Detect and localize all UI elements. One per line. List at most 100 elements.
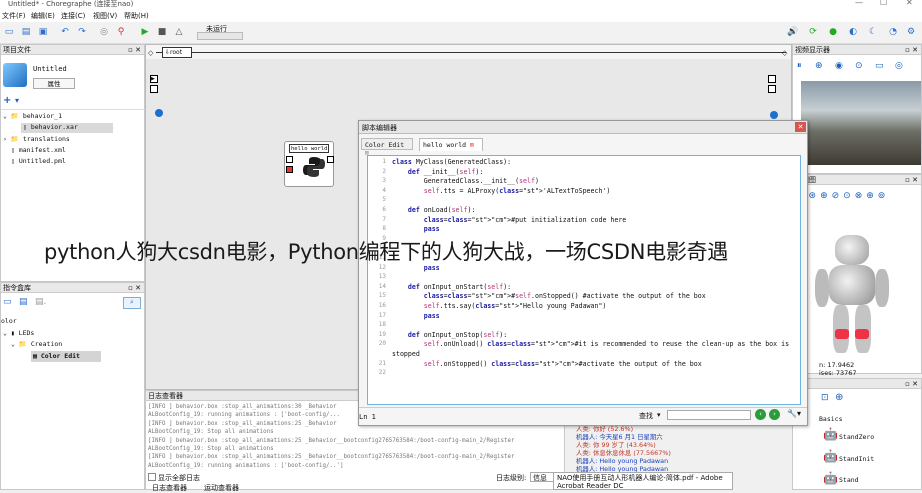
- library-search-icon[interactable]: ⌕: [123, 297, 141, 309]
- pose-standzero[interactable]: StandZero: [839, 433, 874, 441]
- line-number: 6: [382, 206, 386, 213]
- pose-library-panel: 库▫ ✕ ⊡ ⊕ Basics 🤖 StandZero 🤖 StandInit …: [792, 378, 922, 490]
- breadcrumb-line: [156, 52, 786, 53]
- pose-group[interactable]: Basics: [819, 415, 842, 423]
- taskbar-preview-popup[interactable]: NAO使用手册互动人形机器人编论-简体.pdf - Adobe Acrobat …: [553, 472, 733, 490]
- pause-icon[interactable]: ⏸: [797, 61, 802, 71]
- snapshot-icon[interactable]: ◉: [835, 61, 843, 71]
- fullscreen-icon[interactable]: ▭: [875, 61, 884, 71]
- add-file-icon[interactable]: +: [3, 95, 11, 106]
- stop-icon[interactable]: ■: [155, 25, 169, 39]
- on-start-port[interactable]: [155, 109, 163, 117]
- view-controls-icons[interactable]: ⊡⊛⊕⊘⊙⊗⊕⊚: [797, 191, 889, 201]
- library-item-leds[interactable]: ⌄ ▮ LEDs: [3, 329, 34, 337]
- tree-item-manifest[interactable]: ▯ manifest.xml: [11, 146, 66, 154]
- settings-icon[interactable]: ⚙: [904, 25, 918, 39]
- hello-world-box[interactable]: hello world: [284, 141, 334, 187]
- wake-icon[interactable]: ◐: [846, 25, 860, 39]
- search-dropdown-icon[interactable]: ▾: [657, 411, 661, 419]
- connect-icon[interactable]: ◎: [97, 25, 111, 39]
- menu-help[interactable]: 帮助(H): [124, 11, 149, 21]
- behavior-stop-port[interactable]: [150, 85, 158, 93]
- undo-icon[interactable]: ↶: [58, 25, 72, 39]
- library-item-color-edit[interactable]: ▦ Color Edit: [33, 352, 80, 360]
- video-panel: 视频显示器 ▫ ✕ ⏸ ⊕ ◉ ⊙ ▭ ◎: [792, 44, 922, 174]
- camera-icon[interactable]: ⊕: [815, 61, 823, 71]
- panel-close-icon[interactable]: ▫ ✕: [905, 379, 918, 389]
- box-stop-port[interactable]: [286, 166, 293, 173]
- record-icon[interactable]: ⊙: [855, 61, 863, 71]
- menu-edit[interactable]: 编辑(E): [31, 11, 55, 21]
- panel-close-icon[interactable]: ▫ ✕: [128, 45, 141, 55]
- editor-tools-icon[interactable]: 🔧▾: [787, 409, 801, 418]
- volume-icon[interactable]: 🔊: [786, 25, 800, 39]
- redo-icon[interactable]: ↷: [75, 25, 89, 39]
- tab-motion-viewer[interactable]: 运动查看器: [204, 483, 239, 493]
- open-icon[interactable]: ▤: [19, 25, 33, 39]
- overlay-headline: python人狗大csdn电影，Python编程下的人狗大战，一场CSDN电影奇…: [44, 240, 728, 264]
- tree-item-translations[interactable]: › 📁 translations: [3, 135, 70, 143]
- tab-log-viewer[interactable]: 日志查看器: [152, 483, 187, 493]
- panel-close-icon[interactable]: ▫ ✕: [128, 283, 141, 293]
- menu-bar: 文件(F) 编辑(E) 连接(C) 视图(V) 帮助(H): [0, 10, 922, 22]
- pose-standinit-icon: 🤖: [823, 449, 838, 463]
- on-stop-port[interactable]: [770, 111, 778, 119]
- search-prev-icon[interactable]: ‹: [755, 409, 766, 420]
- close-icon[interactable]: ✕: [906, 0, 913, 7]
- behavior-output-port[interactable]: [768, 75, 776, 83]
- panel-close-icon[interactable]: ▫ ✕: [905, 45, 918, 55]
- search-input[interactable]: [667, 410, 751, 420]
- animation-mode-icon[interactable]: ⟳: [806, 25, 820, 39]
- debug-icon[interactable]: △: [172, 25, 186, 39]
- log-line: [INFO ] behavior.box :stop_all_animation…: [148, 437, 515, 444]
- properties-button[interactable]: 属性: [33, 78, 75, 89]
- rest-icon[interactable]: ☾: [866, 25, 880, 39]
- minimize-icon[interactable]: —: [855, 0, 863, 7]
- line-number: 1: [382, 158, 386, 165]
- library-item-creation[interactable]: ⌄ 📁 Creation: [11, 340, 62, 348]
- library-filter-icon[interactable]: ▤.: [35, 297, 46, 307]
- tree-item-pml[interactable]: ▯ Untitled.pml: [11, 157, 66, 165]
- video-settings-icon[interactable]: ◎: [895, 61, 903, 71]
- behavior-output-port-2[interactable]: [768, 85, 776, 93]
- library-open-icon[interactable]: ▤: [19, 297, 28, 307]
- project-panel-header: 项目文件 ▫ ✕: [1, 45, 144, 55]
- behavior-input-port[interactable]: ▶: [150, 75, 158, 83]
- script-editor-close-button[interactable]: ✕: [795, 122, 806, 132]
- breadcrumb-root[interactable]: ⇩root: [162, 47, 192, 58]
- maximize-icon[interactable]: ☐: [880, 0, 887, 7]
- play-icon[interactable]: ▶: [138, 25, 152, 39]
- menu-file[interactable]: 文件(F): [2, 11, 26, 21]
- robot-state-icon[interactable]: ●: [826, 25, 840, 39]
- new-icon[interactable]: ▭: [2, 25, 16, 39]
- box-output-port[interactable]: [327, 156, 334, 163]
- tab-hello-world[interactable]: hello world ⊠: [419, 138, 483, 151]
- tab-color-edit[interactable]: Color Edit ⊠: [361, 138, 413, 157]
- add-pose-icon[interactable]: ⊕: [835, 392, 843, 403]
- robot-coord-2: ises: 73767: [819, 369, 857, 377]
- pose-library-header: 库▫ ✕: [793, 379, 921, 389]
- menu-connect[interactable]: 连接(C): [61, 11, 85, 21]
- video-panel-header: 视频显示器 ▫ ✕: [793, 45, 921, 55]
- disconnect-icon[interactable]: ⚲: [114, 25, 128, 39]
- menu-view[interactable]: 视图(V): [93, 11, 117, 21]
- tree-item-behavior[interactable]: ⌄ 📁 behavior_1: [3, 112, 62, 120]
- pose-stand[interactable]: Stand: [839, 476, 859, 484]
- import-icon[interactable]: ▾: [15, 96, 19, 105]
- search-next-icon[interactable]: ›: [769, 409, 780, 420]
- pose-view-icon[interactable]: ⊡: [821, 393, 829, 403]
- library-view-icon[interactable]: ▭: [3, 297, 12, 307]
- line-number: 5: [382, 196, 386, 204]
- tree-item-behavior-xar[interactable]: ▯ behavior.xar: [23, 123, 78, 131]
- line-number: 3: [382, 177, 386, 185]
- autonomous-icon[interactable]: ◔: [886, 25, 900, 39]
- box-input-port[interactable]: [286, 156, 293, 163]
- nao-robot-3d-model: [813, 235, 893, 359]
- panel-close-icon[interactable]: ▫ ✕: [905, 175, 918, 185]
- show-all-checkbox[interactable]: [148, 473, 156, 481]
- pose-standinit[interactable]: StandInit: [839, 455, 874, 463]
- save-icon[interactable]: ▣: [36, 25, 50, 39]
- code-editor[interactable]: 1 class MyClass(GeneratedClass): 2 def __i…: [367, 155, 801, 405]
- project-panel-title: 项目文件: [3, 46, 31, 54]
- library-search-field[interactable]: olor: [1, 317, 17, 325]
